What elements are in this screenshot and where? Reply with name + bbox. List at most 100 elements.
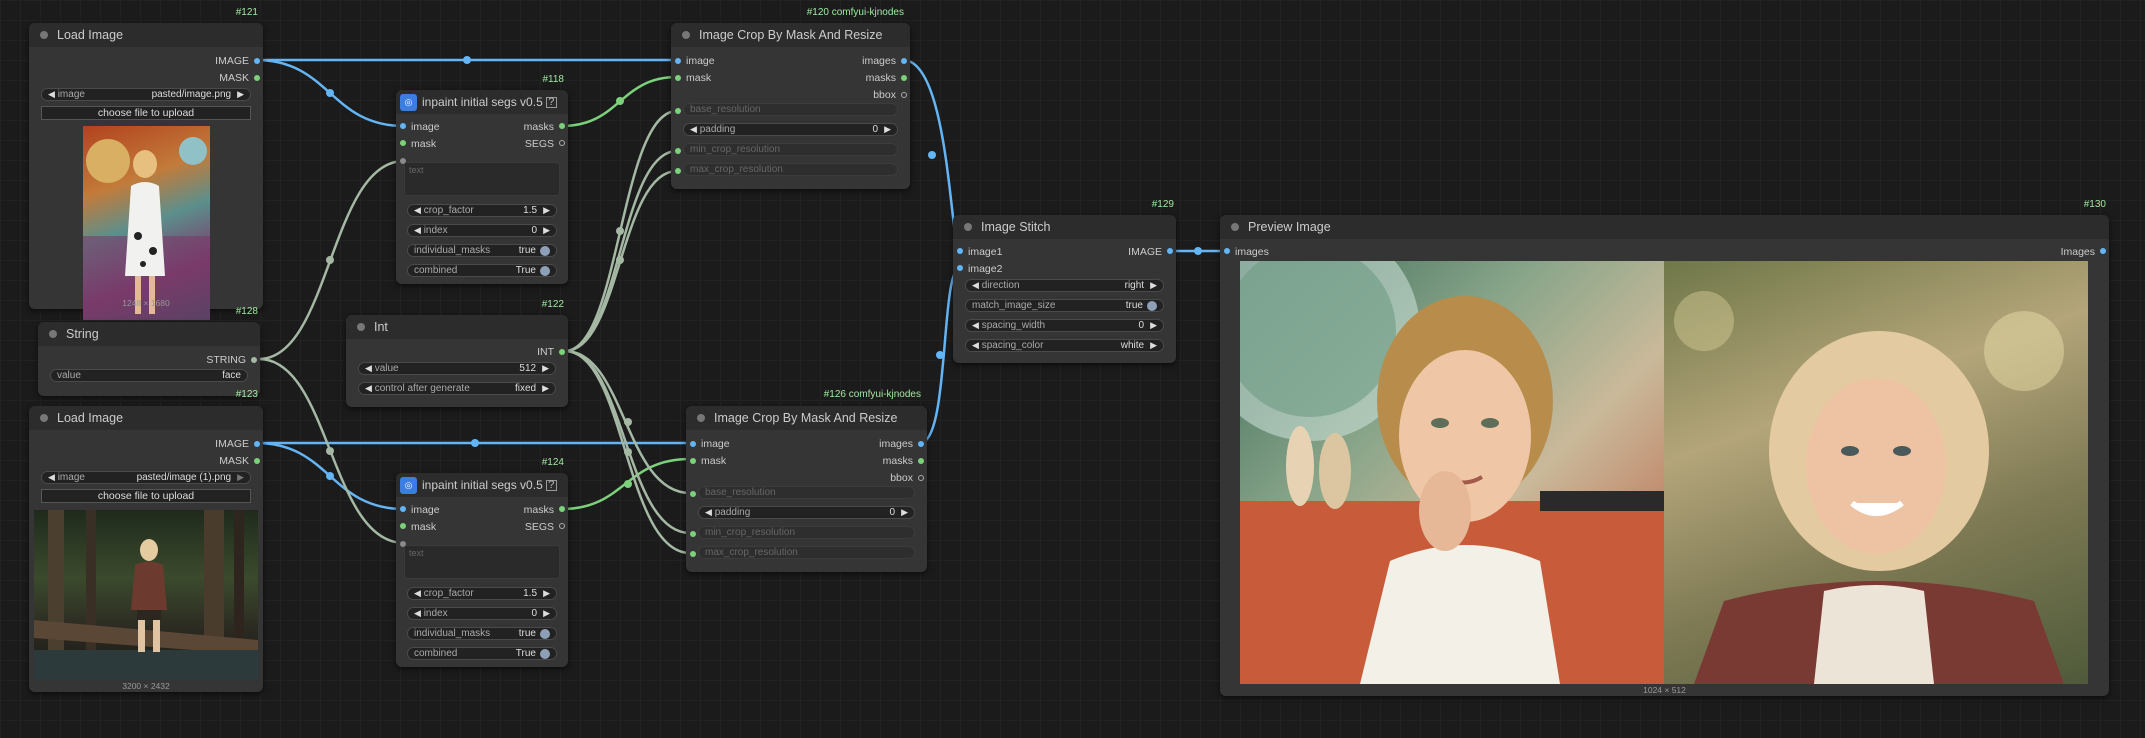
- min-crop-resolution-widget[interactable]: min_crop_resolution: [698, 526, 915, 539]
- collapse-dot-icon[interactable]: [357, 323, 365, 331]
- output-images-pin[interactable]: [918, 441, 924, 447]
- input-base-resolution-pin[interactable]: [675, 108, 681, 114]
- preview-dimensions: 1024 × 512: [1643, 685, 1686, 695]
- combined-toggle[interactable]: combined True: [407, 647, 557, 660]
- collapse-dot-icon[interactable]: [697, 414, 705, 422]
- base-resolution-widget[interactable]: base_resolution: [698, 486, 915, 499]
- output-masks-pin[interactable]: [901, 75, 907, 81]
- int-node[interactable]: Int INT ◀ value 512 ▶ ◀ control after gene…: [346, 315, 568, 407]
- input-image-pin[interactable]: [690, 441, 696, 447]
- output-image-pin[interactable]: [254, 58, 260, 64]
- text-input[interactable]: text: [404, 545, 560, 579]
- padding-widget[interactable]: ◀ padding 0 ▶: [683, 123, 898, 136]
- upload-button[interactable]: choose file to upload: [41, 489, 251, 503]
- input-image2-pin[interactable]: [957, 265, 963, 271]
- image-crop-node-1[interactable]: Image Crop By Mask And Resize image mask…: [671, 23, 910, 189]
- image-select-widget[interactable]: ◀ image pasted/image (1).png ▶: [41, 471, 251, 484]
- output-images-label: images: [862, 55, 896, 67]
- string-value-widget[interactable]: value face: [50, 369, 248, 382]
- left-arrow-icon[interactable]: ◀: [48, 472, 55, 483]
- toggle-knob-icon: [540, 648, 550, 659]
- right-arrow-icon[interactable]: ▶: [237, 472, 244, 483]
- node-id-121: #121: [235, 7, 258, 18]
- input-image-pin[interactable]: [400, 506, 406, 512]
- output-images-pin[interactable]: [901, 58, 907, 64]
- direction-widget[interactable]: ◀ direction right ▶: [965, 279, 1164, 292]
- load-image-node-2[interactable]: Load Image IMAGE MASK ◀ image pasted/imag…: [29, 406, 263, 692]
- input-image-pin[interactable]: [675, 58, 681, 64]
- input-mask-pin[interactable]: [400, 523, 406, 529]
- spacing-color-widget[interactable]: ◀ spacing_color white ▶: [965, 339, 1164, 352]
- padding-widget[interactable]: ◀ padding 0 ▶: [698, 506, 915, 519]
- input-max-crop-pin[interactable]: [690, 551, 696, 557]
- help-icon[interactable]: ?: [545, 96, 557, 108]
- image-stitch-node[interactable]: Image Stitch image1 image2 IMAGE ◀ direc…: [953, 215, 1176, 363]
- inpaint-segs-node-1[interactable]: ◎ inpaint initial segs v0.5? image mask m…: [396, 90, 568, 284]
- collapse-dot-icon[interactable]: [1231, 223, 1239, 231]
- input-mask-pin[interactable]: [400, 140, 406, 146]
- string-node[interactable]: String STRING value face: [38, 322, 260, 396]
- crop-factor-widget[interactable]: ◀ crop_factor 1.5 ▶: [407, 204, 557, 217]
- preview-image-node[interactable]: Preview Image images Images 1024 × 512: [1220, 215, 2109, 696]
- input-mask-pin[interactable]: [675, 75, 681, 81]
- custom-node-logo-icon: ◎: [400, 93, 417, 111]
- output-masks-pin[interactable]: [559, 123, 565, 129]
- input-images-pin[interactable]: [1224, 248, 1230, 254]
- inpaint-segs-node-2[interactable]: ◎ inpaint initial segs v0.5? image mask m…: [396, 473, 568, 667]
- help-icon[interactable]: ?: [545, 479, 557, 491]
- right-arrow-icon[interactable]: ▶: [237, 89, 244, 100]
- load-image-node-1[interactable]: Load Image IMAGE MASK ◀ image pasted/imag…: [29, 23, 263, 320]
- collapse-dot-icon[interactable]: [40, 31, 48, 39]
- input-max-crop-pin[interactable]: [675, 168, 681, 174]
- output-int-pin[interactable]: [559, 349, 565, 355]
- output-images-label: images: [879, 438, 913, 450]
- individual-masks-toggle[interactable]: individual_masks true: [407, 627, 557, 640]
- individual-masks-toggle[interactable]: individual_masks true: [407, 244, 557, 257]
- output-mask-pin[interactable]: [254, 75, 260, 81]
- collapse-dot-icon[interactable]: [964, 223, 972, 231]
- output-images-pin[interactable]: [2100, 248, 2106, 254]
- index-widget[interactable]: ◀ index 0 ▶: [407, 607, 557, 620]
- input-min-crop-pin[interactable]: [675, 148, 681, 154]
- min-crop-resolution-widget[interactable]: min_crop_resolution: [683, 143, 898, 156]
- crop-factor-widget[interactable]: ◀ crop_factor 1.5 ▶: [407, 587, 557, 600]
- image-select-widget[interactable]: ◀ image pasted/image.png ▶: [41, 88, 251, 101]
- toggle-knob-icon: [1147, 300, 1157, 311]
- control-after-generate-widget[interactable]: ◀ control after generate fixed ▶: [358, 382, 556, 395]
- output-bbox-pin[interactable]: [918, 475, 924, 481]
- output-image-pin[interactable]: [1167, 248, 1173, 254]
- base-resolution-widget[interactable]: base_resolution: [683, 103, 898, 116]
- collapse-dot-icon[interactable]: [49, 330, 57, 338]
- input-base-resolution-pin[interactable]: [690, 491, 696, 497]
- image-dimensions: 3200 × 2432: [122, 681, 170, 691]
- text-input[interactable]: text: [404, 162, 560, 196]
- int-value-widget[interactable]: ◀ value 512 ▶: [358, 362, 556, 375]
- index-widget[interactable]: ◀ index 0 ▶: [407, 224, 557, 237]
- image-crop-node-2[interactable]: Image Crop By Mask And Resize image mask…: [686, 406, 927, 572]
- woman-portrait-image: [1240, 261, 1664, 684]
- input-image1-pin[interactable]: [957, 248, 963, 254]
- output-mask-pin[interactable]: [254, 458, 260, 464]
- node-title: Image Stitch: [981, 220, 1051, 234]
- output-segs-pin[interactable]: [559, 140, 565, 146]
- input-image-pin[interactable]: [400, 123, 406, 129]
- spacing-width-widget[interactable]: ◀ spacing_width 0 ▶: [965, 319, 1164, 332]
- output-masks-pin[interactable]: [559, 506, 565, 512]
- output-image-pin[interactable]: [254, 441, 260, 447]
- output-masks-pin[interactable]: [918, 458, 924, 464]
- output-bbox-pin[interactable]: [901, 92, 907, 98]
- combined-toggle[interactable]: combined True: [407, 264, 557, 277]
- output-bbox-label: bbox: [873, 89, 896, 101]
- input-min-crop-pin[interactable]: [690, 531, 696, 537]
- upload-button[interactable]: choose file to upload: [41, 106, 251, 120]
- match-image-size-toggle[interactable]: match_image_size true: [965, 299, 1164, 312]
- output-string-pin[interactable]: [251, 357, 257, 363]
- max-crop-resolution-widget[interactable]: max_crop_resolution: [683, 163, 898, 176]
- input-mask-pin[interactable]: [690, 458, 696, 464]
- collapse-dot-icon[interactable]: [40, 414, 48, 422]
- left-arrow-icon[interactable]: ◀: [48, 89, 55, 100]
- max-crop-resolution-widget[interactable]: max_crop_resolution: [698, 546, 915, 559]
- collapse-dot-icon[interactable]: [682, 31, 690, 39]
- output-segs-pin[interactable]: [559, 523, 565, 529]
- input-mask-label: mask: [411, 521, 437, 533]
